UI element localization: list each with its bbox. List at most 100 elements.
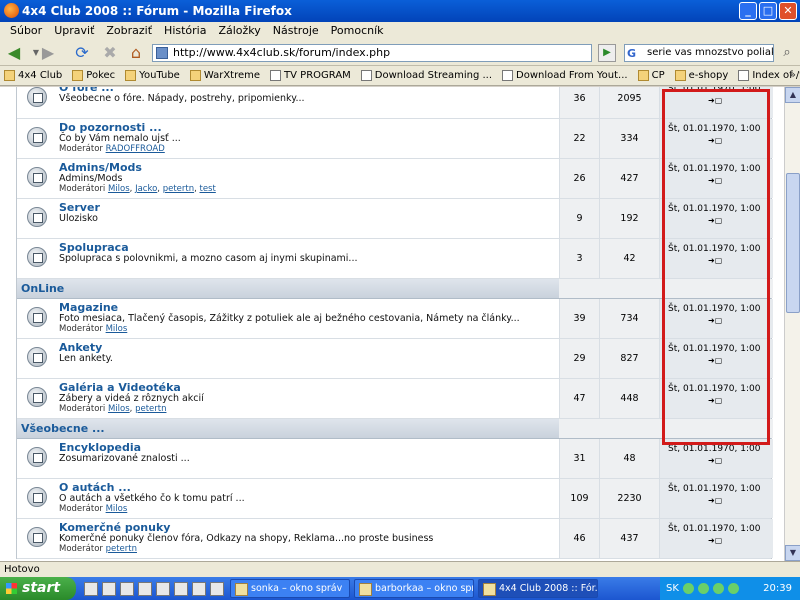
- language-indicator[interactable]: SK: [666, 577, 679, 600]
- forum-description: Zábery a videá z rôznych akcií: [59, 393, 204, 404]
- close-button[interactable]: ✕: [779, 2, 797, 20]
- moderator-link[interactable]: petertn: [135, 404, 166, 414]
- quicklaunch-icon[interactable]: [210, 581, 224, 596]
- tray-icon[interactable]: [712, 583, 724, 594]
- moderator-link[interactable]: Milos: [108, 184, 130, 194]
- forum-moderators: Moderátor petertn: [59, 544, 555, 555]
- last-post-arrow-icon[interactable]: ➜▢: [668, 175, 773, 186]
- bookmark-item[interactable]: Download From Yout...: [502, 70, 628, 81]
- last-post-arrow-icon[interactable]: ➜▢: [668, 455, 773, 466]
- menu-item[interactable]: Pomocník: [325, 22, 390, 40]
- bookmark-item[interactable]: e-shopy: [674, 70, 728, 81]
- bookmark-item[interactable]: YouTube: [125, 70, 180, 81]
- maximize-button[interactable]: □: [759, 2, 777, 20]
- taskbar-task-button[interactable]: barborkaa – okno správ: [354, 579, 474, 598]
- menu-item[interactable]: Súbor: [4, 22, 48, 40]
- tray-icon[interactable]: [727, 583, 739, 594]
- bookmark-icon: [270, 70, 282, 81]
- window-title: 4x4 Club 2008 :: Fórum - Mozilla Firefox: [22, 4, 292, 18]
- forum-name-link[interactable]: Galéria a Videotéka: [59, 382, 555, 393]
- last-post-arrow-icon[interactable]: ➜▢: [668, 355, 773, 366]
- menu-item[interactable]: História: [158, 22, 212, 40]
- last-post-arrow-icon[interactable]: ➜▢: [668, 215, 773, 226]
- moderator-link[interactable]: RADOFFROAD: [106, 144, 165, 154]
- bookmark-item[interactable]: CP: [637, 70, 665, 81]
- moderator-link[interactable]: Milos: [108, 404, 130, 414]
- quicklaunch-icon[interactable]: [192, 581, 206, 596]
- menu-item[interactable]: Nástroje: [267, 22, 325, 40]
- last-post-arrow-icon[interactable]: ➜▢: [668, 95, 773, 106]
- forum-name-link[interactable]: Server: [59, 202, 555, 213]
- last-post-arrow-icon[interactable]: ➜▢: [668, 255, 773, 266]
- search-magnifier-icon[interactable]: ⌕: [778, 44, 796, 62]
- last-post-arrow-icon[interactable]: ➜▢: [668, 495, 773, 506]
- moderator-label: Moderátori: [59, 184, 108, 194]
- go-button[interactable]: ▶: [598, 44, 616, 62]
- url-bar[interactable]: http://www.4x4club.sk/forum/index.php: [152, 44, 592, 62]
- moderator-link[interactable]: petertn: [163, 184, 194, 194]
- quicklaunch-icon[interactable]: [156, 581, 170, 596]
- tray-icon[interactable]: [697, 583, 709, 594]
- moderator-link[interactable]: Milos: [106, 504, 128, 514]
- topics-count: 26: [559, 159, 599, 198]
- scroll-thumb[interactable]: [786, 173, 800, 313]
- taskbar-task-button[interactable]: 4x4 Club 2008 :: Fór...: [478, 579, 598, 598]
- start-button[interactable]: start: [0, 577, 76, 600]
- reload-icon[interactable]: ⟳: [72, 43, 92, 63]
- scroll-up-arrow-icon[interactable]: ▲: [785, 87, 800, 103]
- moderator-link[interactable]: Milos: [106, 324, 128, 334]
- forum-name-link[interactable]: Spolupraca: [59, 242, 555, 253]
- bookmark-item[interactable]: Pokec: [72, 70, 115, 81]
- category-header[interactable]: Všeobecne ...: [17, 419, 773, 439]
- last-post-arrow-icon[interactable]: ➜▢: [668, 535, 773, 546]
- forward-arrow-icon[interactable]: ▶: [38, 43, 58, 63]
- bookmark-item[interactable]: TV PROGRAM: [270, 70, 351, 81]
- last-post-arrow-icon[interactable]: ➜▢: [668, 315, 773, 326]
- bookmark-item[interactable]: Download Streaming ...: [360, 70, 492, 81]
- home-icon[interactable]: ⌂: [126, 43, 146, 63]
- minimize-button[interactable]: _: [739, 2, 757, 20]
- last-post-arrow-icon[interactable]: ➜▢: [668, 135, 773, 146]
- quicklaunch-icon[interactable]: [84, 581, 98, 596]
- quicklaunch-icon[interactable]: [138, 581, 152, 596]
- moderator-link[interactable]: test: [200, 184, 216, 194]
- forum-name-link[interactable]: Komerčné ponuky: [59, 522, 555, 533]
- tray-icon[interactable]: [682, 583, 694, 594]
- topics-count: 9: [559, 199, 599, 238]
- moderator-link[interactable]: Jacko: [135, 184, 157, 194]
- stop-icon[interactable]: ✖: [100, 43, 120, 63]
- forum-name-link[interactable]: Admins/Mods: [59, 162, 555, 173]
- last-post-arrow-icon[interactable]: ➜▢: [668, 395, 773, 406]
- topics-count: 36: [559, 87, 599, 118]
- forum-name-link[interactable]: Encyklopedia: [59, 442, 555, 453]
- search-input[interactable]: G serie vas mnozstvo poliakov: [624, 44, 774, 62]
- back-arrow-icon[interactable]: ◀: [4, 43, 24, 63]
- bookmark-item[interactable]: 4x4 Club: [4, 70, 62, 81]
- vertical-scrollbar[interactable]: ▲ ▼: [784, 87, 800, 561]
- quicklaunch-icon[interactable]: [102, 581, 116, 596]
- menu-item[interactable]: Upraviť: [48, 22, 100, 40]
- forum-name-link[interactable]: Magazine: [59, 302, 555, 313]
- moderator-link[interactable]: petertn: [106, 544, 137, 554]
- posts-count: 48: [599, 439, 659, 478]
- forum-name-link[interactable]: Ankety: [59, 342, 555, 353]
- menu-item[interactable]: Zobraziť: [100, 22, 158, 40]
- posts-count: 427: [599, 159, 659, 198]
- quicklaunch-icon[interactable]: [120, 581, 134, 596]
- forum-name-link[interactable]: Do pozornosti ...: [59, 122, 555, 133]
- quicklaunch-icon[interactable]: [174, 581, 188, 596]
- scroll-down-arrow-icon[interactable]: ▼: [785, 545, 800, 561]
- moderator-label: Moderátor: [59, 504, 106, 514]
- bookmark-item[interactable]: WarXtreme: [189, 70, 260, 81]
- menu-item[interactable]: Záložky: [212, 22, 266, 40]
- last-post-date: Št, 01.01.1970, 1:00: [668, 524, 761, 534]
- forum-name-link[interactable]: O autách ...: [59, 482, 555, 493]
- forum-row: Spolupraca Spolupraca s polovnikmi, a moz…: [17, 239, 773, 279]
- forum-info: O autách ... O autách a všetkého čo k tom…: [59, 482, 555, 515]
- forum-info: Encyklopedia Zosumarizované znalosti ...: [59, 442, 555, 464]
- taskbar-task-button[interactable]: sonka – okno správ: [230, 579, 350, 598]
- bookmark-label: Pokec: [86, 70, 116, 81]
- topics-count: 109: [559, 479, 599, 518]
- bookmarks-overflow-icon[interactable]: »: [789, 68, 796, 81]
- category-header[interactable]: OnLine: [17, 279, 773, 299]
